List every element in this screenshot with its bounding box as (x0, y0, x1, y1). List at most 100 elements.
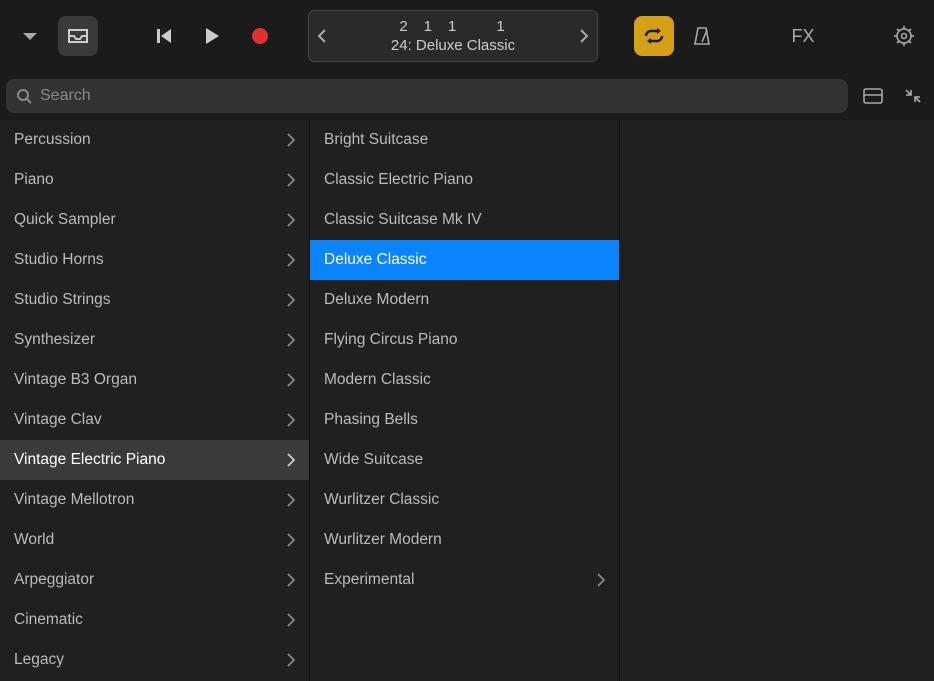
preset-item[interactable]: Wide Suitcase (310, 440, 619, 480)
go-to-start-button[interactable] (144, 16, 184, 56)
preset-label: Wide Suitcase (324, 451, 423, 469)
category-item[interactable]: Piano (0, 160, 309, 200)
preset-label: Classic Suitcase Mk IV (324, 211, 482, 229)
next-preset-button[interactable] (571, 11, 597, 61)
preset-item[interactable]: Experimental (310, 560, 619, 600)
top-toolbar: 2 1 1 1 24: Deluxe Classic FX (0, 0, 934, 72)
preset-item[interactable]: Classic Electric Piano (310, 160, 619, 200)
preset-item[interactable]: Deluxe Modern (310, 280, 619, 320)
preset-label: Bright Suitcase (324, 131, 428, 149)
chevron-right-icon (287, 173, 295, 187)
search-box[interactable] (6, 79, 848, 113)
fx-button[interactable]: FX (792, 26, 815, 47)
category-item[interactable]: Studio Strings (0, 280, 309, 320)
preset-label: Modern Classic (324, 371, 431, 389)
search-row (0, 72, 934, 120)
preset-label: Deluxe Modern (324, 291, 429, 309)
category-label: Cinematic (14, 611, 83, 629)
category-label: Percussion (14, 131, 91, 149)
search-icon (16, 88, 32, 104)
chevron-right-icon (287, 333, 295, 347)
category-label: Vintage Clav (14, 411, 102, 429)
category-item[interactable]: Vintage Clav (0, 400, 309, 440)
chevron-right-icon (287, 493, 295, 507)
chevron-right-icon (287, 373, 295, 387)
category-item[interactable]: Vintage Electric Piano (0, 440, 309, 480)
chevron-right-icon (287, 573, 295, 587)
preset-label: Wurlitzer Modern (324, 531, 442, 549)
lcd-display: 2 1 1 1 24: Deluxe Classic (308, 10, 598, 62)
category-column: Percussion Piano Quick Sampler Studio Horns… (0, 120, 310, 681)
category-item[interactable]: Vintage Mellotron (0, 480, 309, 520)
display-position: 2 1 1 1 (399, 18, 506, 35)
display-center[interactable]: 2 1 1 1 24: Deluxe Classic (335, 11, 571, 61)
category-item[interactable]: Cinematic (0, 600, 309, 640)
cycle-button[interactable] (634, 16, 674, 56)
panel-icon (863, 88, 883, 104)
category-item[interactable]: Quick Sampler (0, 200, 309, 240)
settings-button[interactable] (884, 16, 924, 56)
metronome-button[interactable] (682, 16, 722, 56)
collapse-icon (904, 87, 922, 105)
chevron-right-icon (287, 653, 295, 667)
category-item[interactable]: Percussion (0, 120, 309, 160)
preset-label: Phasing Bells (324, 411, 418, 429)
collapse-button[interactable] (898, 81, 928, 111)
metronome-icon (693, 26, 711, 46)
preset-label: Experimental (324, 571, 414, 589)
gear-icon (893, 25, 915, 47)
detail-column (620, 120, 934, 681)
search-input[interactable] (40, 87, 838, 105)
category-item[interactable]: Vintage B3 Organ (0, 360, 309, 400)
preset-browser: Percussion Piano Quick Sampler Studio Horns… (0, 120, 934, 681)
chevron-right-icon (287, 293, 295, 307)
preset-label: Flying Circus Piano (324, 331, 458, 349)
view-mode-button[interactable] (858, 81, 888, 111)
category-label: Vintage Electric Piano (14, 451, 165, 469)
preset-item[interactable]: Modern Classic (310, 360, 619, 400)
category-label: Legacy (14, 651, 64, 669)
preset-item[interactable]: Deluxe Classic (310, 240, 619, 280)
category-label: World (14, 531, 54, 549)
record-icon (251, 27, 269, 45)
category-item[interactable]: Synthesizer (0, 320, 309, 360)
preset-item[interactable]: Bright Suitcase (310, 120, 619, 160)
category-item[interactable]: World (0, 520, 309, 560)
category-label: Studio Horns (14, 251, 104, 269)
triangle-down-icon (21, 30, 39, 42)
chevron-right-icon (287, 213, 295, 227)
category-label: Vintage B3 Organ (14, 371, 137, 389)
chevron-right-icon (287, 133, 295, 147)
category-item[interactable]: Arpeggiator (0, 560, 309, 600)
category-label: Studio Strings (14, 291, 111, 309)
cycle-icon (643, 28, 665, 44)
display-preset-name: 24: Deluxe Classic (391, 37, 515, 54)
dropdown-button[interactable] (10, 16, 50, 56)
preset-item[interactable]: Flying Circus Piano (310, 320, 619, 360)
chevron-right-icon (597, 573, 605, 587)
preset-item[interactable]: Classic Suitcase Mk IV (310, 200, 619, 240)
preset-column: Bright Suitcase Classic Electric Piano Cla… (310, 120, 620, 681)
play-button[interactable] (192, 16, 232, 56)
category-item[interactable]: Studio Horns (0, 240, 309, 280)
preset-label: Deluxe Classic (324, 251, 427, 269)
preset-item[interactable]: Wurlitzer Modern (310, 520, 619, 560)
play-icon (204, 27, 220, 45)
inbox-icon (67, 27, 89, 45)
chevron-right-icon (287, 453, 295, 467)
preset-item[interactable]: Wurlitzer Classic (310, 480, 619, 520)
record-button[interactable] (240, 16, 280, 56)
chevron-right-icon (287, 613, 295, 627)
category-label: Quick Sampler (14, 211, 116, 229)
library-button[interactable] (58, 16, 98, 56)
prev-preset-button[interactable] (309, 11, 335, 61)
category-item[interactable]: Legacy (0, 640, 309, 680)
chevron-right-icon (579, 28, 589, 44)
preset-item[interactable]: Phasing Bells (310, 400, 619, 440)
category-label: Piano (14, 171, 54, 189)
chevron-left-icon (317, 28, 327, 44)
chevron-right-icon (287, 413, 295, 427)
skip-back-icon (155, 27, 173, 45)
chevron-right-icon (287, 253, 295, 267)
category-label: Synthesizer (14, 331, 95, 349)
